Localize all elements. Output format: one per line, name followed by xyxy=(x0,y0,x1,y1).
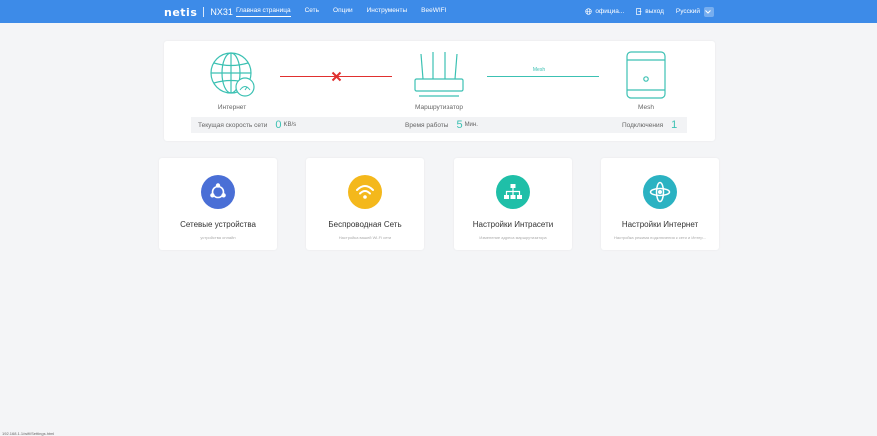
language-label: Русский xyxy=(675,8,700,15)
card-subtitle: устройства онлайн xyxy=(200,235,236,240)
lan-icon xyxy=(496,175,530,209)
internet-icon xyxy=(643,175,677,209)
top-navbar: netis NX31 Главная страница Сеть Опции И… xyxy=(0,0,877,23)
uptime-label: Время работы xyxy=(405,121,449,129)
netis-logo: netis xyxy=(164,5,198,19)
disconnected-x-icon xyxy=(331,71,342,82)
devices-icon xyxy=(201,175,235,209)
card-title: Беспроводная Сеть xyxy=(328,220,402,229)
nav-home[interactable]: Главная страница xyxy=(230,0,297,23)
official-site-link[interactable]: официа... xyxy=(585,8,624,15)
browser-status-url: 192.168.1.1/wifi/Settings.html xyxy=(2,431,55,436)
stats-bar: Текущая скорость сети 0 KB/s Время работ… xyxy=(191,117,687,133)
card-subtitle: Настройка режима подключения к сети и Ин… xyxy=(613,235,707,240)
card-title: Сетевые устройства xyxy=(180,220,256,229)
brand: netis NX31 xyxy=(164,5,233,19)
logout-label: выход xyxy=(645,8,664,15)
connections-value: 1 xyxy=(671,119,678,131)
uptime-value: 5 xyxy=(456,119,463,131)
wifi-icon xyxy=(348,175,382,209)
router-icon xyxy=(414,52,464,97)
brand-divider xyxy=(203,7,205,17)
internet-label: Интернет xyxy=(217,104,247,111)
logout-icon xyxy=(636,8,642,15)
uptime-unit: Мин. xyxy=(464,122,478,128)
speed-label: Текущая скорость сети xyxy=(198,121,268,129)
connections-stat: Подключения 1 xyxy=(622,117,679,133)
mesh-node-icon xyxy=(626,51,666,99)
card-title: Настройки Интернет xyxy=(621,220,699,229)
official-site-label: официа... xyxy=(595,8,625,15)
mesh-link-line xyxy=(487,76,599,77)
language-select[interactable]: Русский xyxy=(675,6,714,17)
speed-stat: Текущая скорость сети 0 KB/s xyxy=(198,117,296,133)
internet-globe-icon xyxy=(210,52,255,97)
card-network-devices[interactable]: Сетевые устройства устройства онлайн xyxy=(159,158,277,250)
nav-beewifi[interactable]: BeeWIFI xyxy=(415,0,452,23)
card-lan-settings[interactable]: Настройки Интрасети Изменение адреса мар… xyxy=(454,158,572,250)
speed-value: 0 xyxy=(275,119,282,131)
header-tools: официа... выход Русский xyxy=(573,0,714,23)
connections-label: Подключения xyxy=(622,121,664,129)
main-nav: Главная страница Сеть Опции Инструменты … xyxy=(230,0,454,23)
router-label: Маршрутизатор xyxy=(415,104,463,111)
mesh-link-label: Mesh xyxy=(532,67,546,73)
card-subtitle: Изменение адреса маршрутизатора xyxy=(479,235,547,240)
logout-button[interactable]: выход xyxy=(636,8,664,15)
nav-tools[interactable]: Инструменты xyxy=(361,0,414,23)
nav-network[interactable]: Сеть xyxy=(299,0,325,23)
speed-unit: KB/s xyxy=(283,122,297,128)
card-subtitle: Настройка вашей Wi-Fi сети xyxy=(338,235,392,240)
card-title: Настройки Интрасети xyxy=(472,220,554,229)
nav-options[interactable]: Опции xyxy=(327,0,359,23)
card-internet-settings[interactable]: Настройки Интернет Настройка режима подк… xyxy=(601,158,719,250)
uptime-stat: Время работы 5 Мин. xyxy=(405,117,478,133)
globe-icon xyxy=(585,8,592,15)
network-status-panel: Интернет Маршрутизатор Mesh Mesh Текущая… xyxy=(164,41,715,141)
card-wireless[interactable]: Беспроводная Сеть Настройка вашей Wi-Fi … xyxy=(306,158,424,250)
mesh-label: Mesh xyxy=(638,104,654,111)
chevron-down-icon[interactable] xyxy=(704,6,714,17)
